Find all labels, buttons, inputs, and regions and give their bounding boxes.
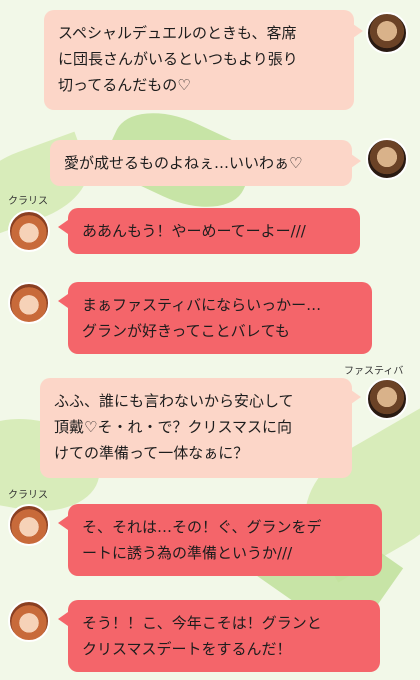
- chat-message: ファスティバ ふふ、誰にも言わないから安心して 頂戴♡そ・れ・で？クリスマスに向…: [0, 360, 420, 480]
- clarisse-avatar[interactable]: [8, 210, 50, 252]
- bubble-tail: [58, 294, 68, 308]
- message-bubble: スペシャルデュエルのときも、客席 に団長さんがいるといつもより張り 切ってるんだ…: [44, 10, 354, 110]
- bubble-tail: [351, 154, 361, 168]
- chat-message: 愛が成せるものよねぇ…いいわぁ♡: [0, 130, 420, 190]
- chat-message: そう！！こ、今年こそは！グランと クリスマスデートをするんだ！: [0, 596, 420, 680]
- chat-message: まぁファスティバにならいっかー… グランが好きってことバレても: [0, 280, 420, 360]
- message-bubble: 愛が成せるものよねぇ…いいわぁ♡: [50, 140, 352, 186]
- fastiva-avatar[interactable]: [366, 138, 408, 180]
- speaker-name: ファスティバ: [344, 366, 404, 377]
- bubble-tail: [58, 220, 68, 234]
- message-bubble: そう！！こ、今年こそは！グランと クリスマスデートをするんだ！: [68, 600, 380, 672]
- bubble-tail: [58, 612, 68, 626]
- chat-message: クラリス ああんもう！やーめーてーよー///: [0, 192, 420, 262]
- message-bubble: そ、それは…その！ぐ、グランをデ ートに誘う為の準備というか///: [68, 504, 382, 576]
- clarisse-avatar[interactable]: [8, 282, 50, 324]
- chat-message: クラリス そ、それは…その！ぐ、グランをデ ートに誘う為の準備というか///: [0, 486, 420, 586]
- message-bubble: ああんもう！やーめーてーよー///: [68, 208, 360, 254]
- speaker-name: クラリス: [8, 196, 48, 207]
- fastiva-avatar[interactable]: [366, 378, 408, 420]
- bubble-tail: [351, 390, 361, 404]
- bubble-tail: [58, 516, 68, 530]
- chat-message: スペシャルデュエルのときも、客席 に団長さんがいるといつもより張り 切ってるんだ…: [0, 0, 420, 120]
- clarisse-avatar[interactable]: [8, 600, 50, 642]
- speaker-name: クラリス: [8, 490, 48, 501]
- clarisse-avatar[interactable]: [8, 504, 50, 546]
- bubble-tail: [353, 24, 363, 38]
- message-bubble: まぁファスティバにならいっかー… グランが好きってことバレても: [68, 282, 372, 354]
- message-bubble: ふふ、誰にも言わないから安心して 頂戴♡そ・れ・で？クリスマスに向 けての準備っ…: [40, 378, 352, 478]
- fastiva-avatar[interactable]: [366, 12, 408, 54]
